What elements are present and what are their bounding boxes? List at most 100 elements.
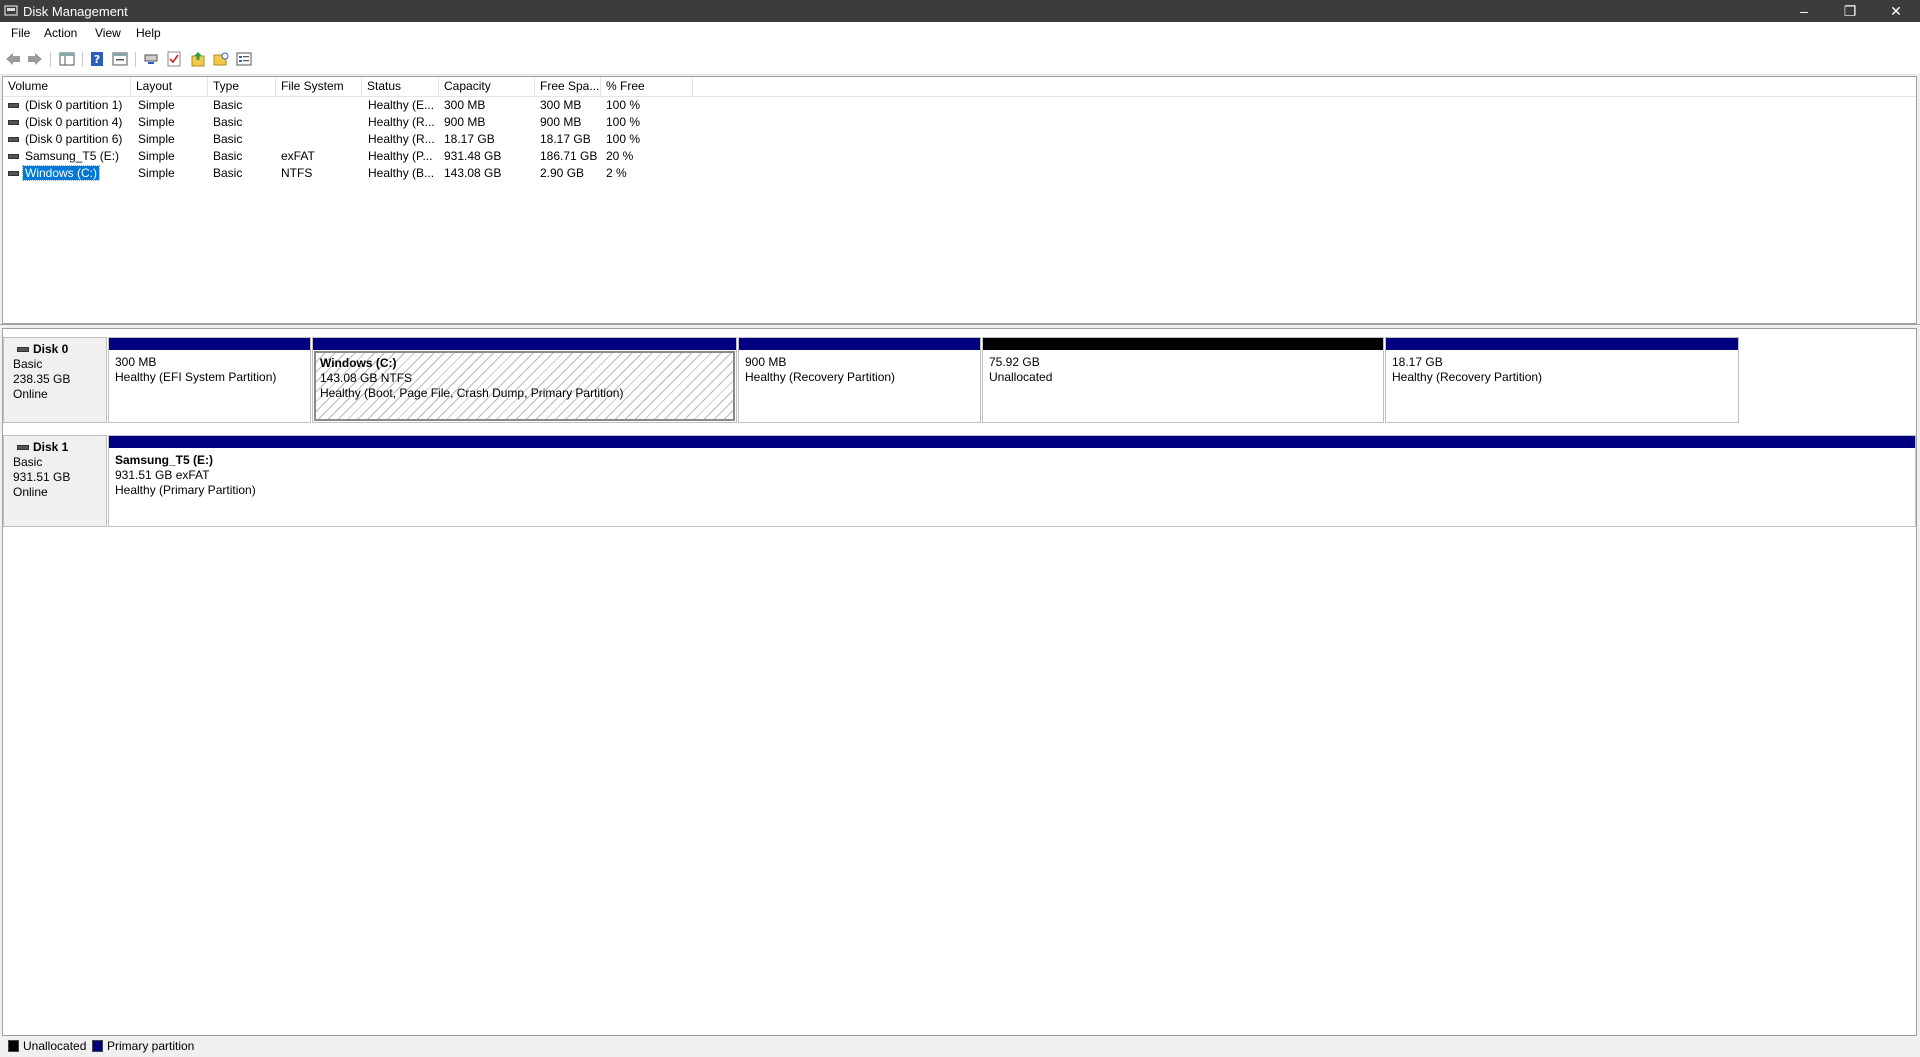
column-type[interactable]: Type xyxy=(208,77,276,96)
volume-fs: exFAT xyxy=(281,149,315,163)
partition-status: Healthy (Recovery Partition) xyxy=(1392,370,1543,384)
disk-kind: Basic xyxy=(13,357,43,371)
settings-icon[interactable] xyxy=(235,51,253,67)
column-capacity[interactable]: Capacity xyxy=(439,77,535,96)
disk-name: Disk 0 xyxy=(33,342,69,356)
back-icon[interactable] xyxy=(4,51,22,67)
volume-capacity: 931.48 GB xyxy=(444,149,502,163)
volume-icon xyxy=(8,137,19,142)
volume-list[interactable]: Volume Layout Type File System Status Ca… xyxy=(2,76,1917,324)
volume-capacity: 300 MB xyxy=(444,98,486,112)
partition-recovery-2[interactable]: 18.17 GB Healthy (Recovery Partition) xyxy=(1385,337,1739,423)
volume-status: Healthy (R... xyxy=(368,115,435,129)
legend-label-primary: Primary partition xyxy=(107,1039,195,1053)
rescan-icon[interactable] xyxy=(142,51,160,67)
partition-unallocated[interactable]: 75.92 GB Unallocated xyxy=(982,337,1384,423)
console-tree-icon[interactable] xyxy=(58,51,76,67)
partition-size: 300 MB xyxy=(115,355,157,369)
forward-icon[interactable] xyxy=(26,51,44,67)
partition-bar xyxy=(313,338,736,350)
legend: Unallocated Primary partition xyxy=(0,1036,1920,1057)
volume-icon xyxy=(8,171,19,176)
disk-state: Online xyxy=(13,485,48,499)
partition-size: 143.08 GB NTFS xyxy=(320,371,413,385)
open-folder-icon[interactable] xyxy=(212,51,230,67)
volume-layout: Simple xyxy=(138,98,175,112)
volume-capacity: 143.08 GB xyxy=(444,166,502,180)
close-button[interactable]: ✕ xyxy=(1873,0,1919,22)
volume-layout: Simple xyxy=(138,166,175,180)
volume-fs: NTFS xyxy=(281,166,313,180)
help-icon[interactable]: ? xyxy=(88,51,106,67)
restore-button[interactable]: ❐ xyxy=(1827,0,1873,22)
volume-status: Healthy (B... xyxy=(368,166,435,180)
volume-status: Healthy (E... xyxy=(368,98,435,112)
partition-bar xyxy=(109,338,310,350)
disk-row: Disk 0 Basic 238.35 GB Online 300 MB Hea… xyxy=(3,337,1918,423)
disk-icon xyxy=(17,347,29,352)
volume-row[interactable]: Samsung_T5 (E:) Simple Basic exFAT Healt… xyxy=(3,148,703,165)
column-layout[interactable]: Layout xyxy=(131,77,208,96)
minimize-button[interactable]: – xyxy=(1781,0,1827,22)
volume-percent-free: 2 % xyxy=(606,166,627,180)
disk-label[interactable]: Disk 1 Basic 931.51 GB Online xyxy=(3,435,107,527)
partition-status: Healthy (EFI System Partition) xyxy=(115,370,277,384)
disk-graphical-view[interactable]: Disk 0 Basic 238.35 GB Online 300 MB Hea… xyxy=(2,328,1917,1036)
volume-free-space: 186.71 GB xyxy=(540,149,598,163)
partition-efi[interactable]: 300 MB Healthy (EFI System Partition) xyxy=(108,337,311,423)
window-title: Disk Management xyxy=(23,4,128,19)
volume-type: Basic xyxy=(213,149,243,163)
partition-bar xyxy=(109,436,1915,448)
volume-percent-free: 100 % xyxy=(606,115,641,129)
partition-size: 18.17 GB xyxy=(1392,355,1443,369)
disk-size: 931.51 GB xyxy=(13,470,71,484)
volume-row[interactable]: (Disk 0 partition 4) Simple Basic Health… xyxy=(3,114,703,131)
volume-name: (Disk 0 partition 6) xyxy=(25,132,123,146)
partition-status: Healthy (Recovery Partition) xyxy=(745,370,896,384)
title-bar: Disk Management – ❐ ✕ xyxy=(0,0,1920,22)
volume-type: Basic xyxy=(213,115,243,129)
volume-layout: Simple xyxy=(138,149,175,163)
volume-name: (Disk 0 partition 4) xyxy=(25,115,123,129)
menu-bar: File Action View Help xyxy=(0,22,1920,45)
disk-row: Disk 1 Basic 931.51 GB Online Samsung_T5… xyxy=(3,435,1918,527)
menu-action[interactable]: Action xyxy=(42,26,79,40)
column-percent-free[interactable]: % Free xyxy=(601,77,693,96)
partition-status: Healthy (Boot, Page File, Crash Dump, Pr… xyxy=(320,386,624,400)
toolbar: ? xyxy=(0,45,1920,75)
disk-label[interactable]: Disk 0 Basic 238.35 GB Online xyxy=(3,337,107,423)
partition-bar xyxy=(983,338,1383,350)
menu-view[interactable]: View xyxy=(93,26,123,40)
menu-file[interactable]: File xyxy=(9,26,32,40)
disk-icon xyxy=(17,445,29,450)
partition-bar xyxy=(739,338,980,350)
column-volume[interactable]: Volume xyxy=(3,77,131,96)
export-icon[interactable] xyxy=(189,51,207,67)
volume-type: Basic xyxy=(213,132,243,146)
partition-samsung-t5[interactable]: Samsung_T5 (E:) 931.51 GB exFAT Healthy … xyxy=(108,435,1916,527)
volume-free-space: 2.90 GB xyxy=(540,166,585,180)
svg-text:?: ? xyxy=(94,53,100,66)
volume-icon xyxy=(8,120,19,125)
volume-layout: Simple xyxy=(138,132,175,146)
menu-help[interactable]: Help xyxy=(134,26,163,40)
volume-percent-free: 100 % xyxy=(606,98,641,112)
volume-type: Basic xyxy=(213,98,243,112)
column-status[interactable]: Status xyxy=(362,77,439,96)
volume-status: Healthy (P... xyxy=(368,149,433,163)
partition-status: Healthy (Primary Partition) xyxy=(115,483,256,497)
volume-row[interactable]: (Disk 0 partition 6) Simple Basic Health… xyxy=(3,131,703,148)
volume-percent-free: 20 % xyxy=(606,149,634,163)
legend-swatch-unallocated xyxy=(8,1040,19,1052)
volume-row-selected[interactable]: Windows (C:) Simple Basic NTFS Healthy (… xyxy=(3,165,703,182)
volume-row[interactable]: (Disk 0 partition 1) Simple Basic Health… xyxy=(3,97,703,114)
column-free-space[interactable]: Free Spa... xyxy=(535,77,601,96)
partition-recovery-1[interactable]: 900 MB Healthy (Recovery Partition) xyxy=(738,337,981,423)
volume-name: Samsung_T5 (E:) xyxy=(25,149,120,163)
legend-swatch-primary xyxy=(92,1040,103,1052)
properties-icon[interactable] xyxy=(111,51,129,67)
partition-windows-c[interactable]: Windows (C:) 143.08 GB NTFS Healthy (Boo… xyxy=(312,337,737,423)
partition-size: 931.51 GB exFAT xyxy=(115,468,210,482)
check-icon[interactable] xyxy=(165,51,183,67)
column-file-system[interactable]: File System xyxy=(276,77,362,96)
